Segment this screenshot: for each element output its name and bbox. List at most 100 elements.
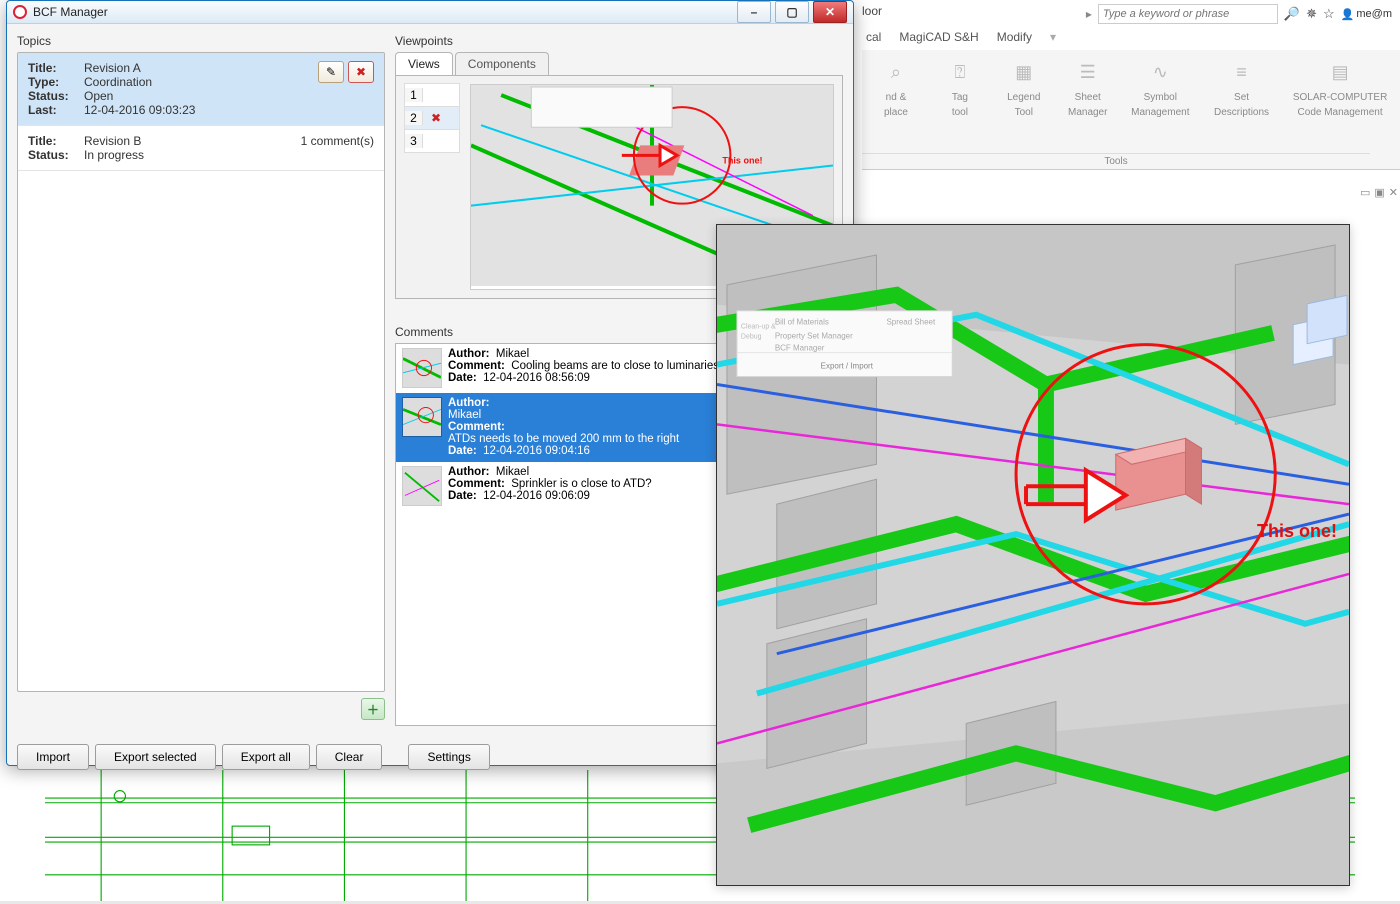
search-input[interactable] (1098, 4, 1278, 24)
comment-thumb (402, 466, 442, 506)
field-label: Date: (448, 445, 477, 457)
delete-view-button[interactable]: ✖ (425, 109, 447, 127)
ribbon-tabs: cal MagiCAD S&H Modify ▾ (862, 28, 1400, 51)
tool-icon: ▤ (1324, 56, 1356, 88)
window-title: BCF Manager (33, 5, 108, 19)
view-row[interactable]: 3 (404, 129, 460, 153)
main-3d-viewport[interactable]: Bill of Materials Property Set Manager B… (716, 224, 1350, 886)
binoculars-icon[interactable]: 🔎 (1284, 6, 1300, 22)
view-number: 2 (405, 111, 423, 125)
title-bar[interactable]: BCF Manager – ▢ ✕ (7, 1, 853, 24)
field-label: Title: (28, 61, 84, 75)
tool-label: Tool (1015, 107, 1033, 118)
ribbon-tool[interactable]: ☰ Sheet Manager (1062, 56, 1114, 118)
view-list: 1 2 ✖ 3 (404, 84, 460, 290)
delete-topic-button[interactable]: ✖ (348, 61, 374, 83)
comment-text: Author: Mikael Comment: ATDs needs to be… (448, 397, 679, 457)
x-icon: ✖ (431, 111, 441, 125)
field-value: Mikael (496, 466, 529, 478)
x-icon: ✖ (356, 65, 366, 79)
field-label: Author: (448, 397, 490, 409)
chevron-right-icon: ▸ (1086, 7, 1092, 21)
tool-label: Sheet (1075, 92, 1101, 103)
star-icon[interactable]: ☆ (1323, 6, 1335, 22)
tab-views[interactable]: Views (395, 52, 453, 75)
ribbon-tool[interactable]: ▤SOLAR-COMPUTERCode Management (1288, 56, 1392, 118)
view-number: 3 (405, 134, 423, 148)
topics-label: Topics (17, 34, 385, 52)
ribbon-group-label: Tools (862, 153, 1370, 167)
edit-topic-button[interactable]: ✎ (318, 61, 344, 83)
tool-label: Legend (1007, 92, 1040, 103)
close-icon[interactable]: ✕ (1389, 186, 1398, 199)
svg-text:Clean-up &: Clean-up & (741, 324, 776, 331)
ribbon-tool[interactable]: ▦LegendTool (998, 56, 1050, 118)
tool-icon: ☰ (1072, 56, 1104, 88)
dropdown-icon[interactable]: ▾ (1050, 30, 1056, 44)
field-value: 12-04-2016 09:06:09 (483, 490, 590, 502)
tool-icon: ⌕ (880, 56, 912, 88)
comment-text: Author: Mikael Comment: Cooling beams ar… (448, 348, 719, 388)
field-label: Date: (448, 372, 477, 384)
comment-thumb (402, 397, 442, 437)
settings-button[interactable]: Settings (408, 744, 489, 770)
view-row[interactable]: 1 (404, 83, 460, 107)
view-row[interactable]: 2 ✖ (404, 106, 460, 130)
tool-label: Symbol (1144, 92, 1177, 103)
viewport-widgets: ▭ ▣ ✕ (1360, 186, 1398, 199)
export-all-button[interactable]: Export all (222, 744, 310, 770)
host-icons: 🔎 ✵ ☆ (1284, 6, 1335, 22)
field-label: Type: (28, 75, 84, 89)
field-label: Comment: (448, 360, 505, 372)
tool-label: Tag (952, 92, 968, 103)
tool-label: Descriptions (1214, 107, 1269, 118)
user-menu[interactable]: 👤 me@m (1341, 8, 1392, 21)
ribbon-tool[interactable]: ⌕nd &place (870, 56, 922, 118)
comment-count: 1 comment(s) (301, 134, 374, 148)
ribbon-tab[interactable]: cal (866, 30, 881, 44)
tool-icon: ⍰ (944, 56, 976, 88)
field-label: Status: (28, 148, 84, 162)
comment-text: Author: Mikael Comment: Sprinkler is o c… (448, 466, 652, 506)
viewpoint-tabs: Views Components (395, 52, 843, 75)
minimize-icon[interactable]: ▭ (1360, 186, 1370, 199)
thumb-annotation: This one! (722, 155, 762, 165)
key-icon[interactable]: ✵ (1306, 6, 1317, 22)
ribbon-tab[interactable]: MagiCAD S&H (899, 30, 978, 44)
field-value: Mikael (448, 409, 481, 421)
export-selected-button[interactable]: Export selected (95, 744, 216, 770)
maximize-icon[interactable]: ▣ (1374, 186, 1384, 199)
field-value: Mikael (496, 348, 529, 360)
field-value: Revision B (84, 134, 141, 148)
ribbon-tool[interactable]: ≡SetDescriptions (1207, 56, 1276, 118)
topic-item[interactable]: 1 comment(s) Title:Revision B Status:In … (18, 126, 384, 171)
ribbon-tool[interactable]: ⍰Tagtool (934, 56, 986, 118)
ribbon-tool[interactable]: ∿SymbolManagement (1126, 56, 1195, 118)
svg-text:Spread Sheet: Spread Sheet (886, 318, 936, 327)
maximize-button[interactable]: ▢ (775, 1, 809, 23)
field-value: 12-04-2016 09:03:23 (84, 103, 195, 117)
user-label: me@m (1356, 8, 1392, 20)
ribbon-tab[interactable]: Modify (997, 30, 1032, 44)
add-topic-button[interactable]: ＋ (361, 698, 385, 720)
tool-label: Manager (1068, 107, 1107, 118)
viewpoints-label: Viewpoints (395, 34, 843, 52)
svg-text:Property Set Manager: Property Set Manager (775, 332, 853, 341)
field-value: 12-04-2016 08:56:09 (483, 372, 590, 384)
pencil-icon: ✎ (326, 65, 336, 79)
tool-label: place (884, 107, 908, 118)
field-label: Comment: (448, 478, 505, 490)
import-button[interactable]: Import (17, 744, 89, 770)
clear-button[interactable]: Clear (316, 744, 383, 770)
tool-icon: ≡ (1226, 56, 1258, 88)
person-icon: 👤 (1341, 8, 1355, 21)
tab-components[interactable]: Components (455, 52, 549, 75)
topics-list: ✎ ✖ Title:Revision A Type:Coordination S… (17, 52, 385, 692)
minimize-button[interactable]: – (737, 1, 771, 23)
host-tab-floor[interactable]: loor (862, 4, 882, 18)
add-topic-row: ＋ (17, 692, 385, 726)
topic-item[interactable]: ✎ ✖ Title:Revision A Type:Coordination S… (18, 53, 384, 126)
app-icon (13, 5, 27, 19)
close-button[interactable]: ✕ (813, 1, 847, 23)
field-label: Author: (448, 466, 490, 478)
